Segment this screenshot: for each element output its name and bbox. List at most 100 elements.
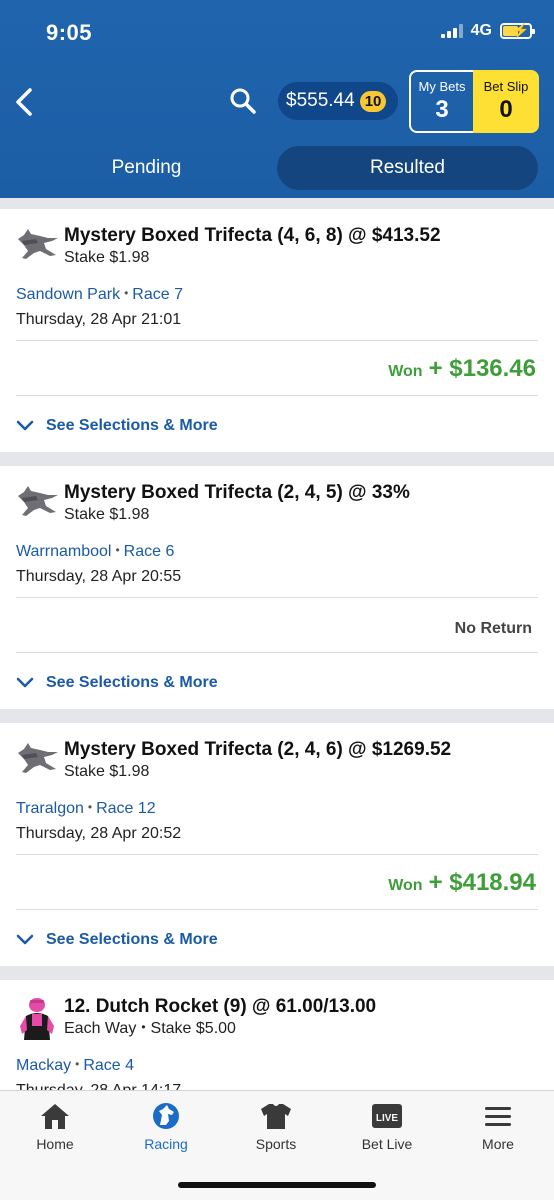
result-row: Won + $136.46 [388, 355, 536, 383]
menu-icon [485, 1107, 511, 1126]
nav-racing[interactable]: Racing [116, 1101, 216, 1152]
svg-text:LIVE: LIVE [376, 1113, 399, 1124]
bet-title: Mystery Boxed Trifecta (2, 4, 5) @ 33% [64, 482, 410, 503]
venue-race[interactable]: Warrnambool • Race 6 [16, 543, 174, 561]
venue-race[interactable]: Traralgon • Race 12 [16, 800, 156, 818]
search-icon[interactable] [228, 86, 258, 116]
separator-dot: • [115, 543, 120, 557]
back-arrow-icon[interactable] [10, 84, 42, 120]
venue-race[interactable]: Sandown Park • Race 7 [16, 286, 183, 304]
bets-tabs: Pending Resulted [16, 146, 538, 190]
race-datetime: Thursday, 28 Apr 21:01 [16, 311, 182, 328]
my-bets-label: My Bets [418, 79, 466, 94]
live-icon: LIVE [372, 1104, 402, 1128]
nav-more[interactable]: More [448, 1101, 548, 1152]
won-amount: + $136.46 [428, 355, 536, 382]
venue-name[interactable]: Mackay [16, 1057, 71, 1074]
greyhound-icon [18, 229, 58, 259]
divider [16, 854, 538, 855]
bet-type: Each Way [64, 1020, 137, 1037]
venue-name[interactable]: Warrnambool [16, 543, 111, 560]
nav-sports[interactable]: Sports [226, 1101, 326, 1152]
won-label: Won [388, 363, 423, 380]
bet-title: Mystery Boxed Trifecta (2, 4, 6) @ $1269… [64, 739, 452, 760]
no-return-label: No Return [454, 620, 532, 637]
chevron-down-icon [16, 420, 34, 431]
home-indicator[interactable] [178, 1182, 376, 1188]
race-number[interactable]: Race 7 [132, 286, 183, 303]
divider [16, 340, 538, 341]
bet-card: Mystery Boxed Trifecta (2, 4, 6) @ $1269… [0, 723, 554, 966]
nav-racing-label: Racing [144, 1136, 188, 1152]
race-number[interactable]: Race 4 [83, 1057, 134, 1074]
see-selections-button[interactable]: See Selections & More [16, 417, 218, 435]
nav-bet-live-label: Bet Live [361, 1136, 413, 1152]
my-bets-count: 3 [435, 96, 449, 123]
won-amount: + $418.94 [428, 869, 536, 896]
race-number[interactable]: Race 12 [96, 800, 156, 817]
race-datetime: Thursday, 28 Apr 20:52 [16, 825, 182, 842]
venue-race[interactable]: Mackay • Race 4 [16, 1057, 134, 1075]
divider [16, 597, 538, 598]
see-selections-button[interactable]: See Selections & More [16, 931, 218, 949]
battery-icon: ⚡ [500, 22, 535, 39]
nav-bet-live[interactable]: LIVE Bet Live [337, 1101, 437, 1152]
won-label: Won [388, 877, 423, 894]
bet-stake: Stake $1.98 [64, 506, 150, 523]
bet-title: 12. Dutch Rocket (9) @ 61.00/13.00 [64, 996, 377, 1017]
tab-resulted[interactable]: Resulted [277, 146, 538, 190]
account-balance-pill[interactable]: $555.44 10 [278, 82, 398, 120]
bet-header: Mystery Boxed Trifecta (4, 6, 8) @ $413.… [16, 225, 441, 267]
divider [16, 395, 538, 396]
chevron-down-icon [16, 934, 34, 945]
venue-name[interactable]: Sandown Park [16, 286, 120, 303]
racing-horse-icon [153, 1103, 179, 1129]
greyhound-icon [18, 486, 58, 516]
race-datetime: Thursday, 28 Apr 20:55 [16, 568, 182, 585]
bet-stake: Stake $1.98 [64, 763, 150, 780]
jockey-silks-icon [20, 998, 54, 1040]
nav-more-label: More [482, 1136, 514, 1152]
sports-jersey-icon [261, 1104, 291, 1129]
separator-dot: • [141, 1020, 146, 1034]
venue-name[interactable]: Traralgon [16, 800, 84, 817]
greyhound-icon [18, 743, 58, 773]
separator-dot: • [75, 1057, 80, 1071]
nav-home[interactable]: Home [5, 1101, 105, 1152]
nav-home-label: Home [36, 1136, 74, 1152]
bet-title: Mystery Boxed Trifecta (4, 6, 8) @ $413.… [64, 225, 441, 246]
nav-sports-label: Sports [255, 1136, 297, 1152]
bet-header: Mystery Boxed Trifecta (2, 4, 6) @ $1269… [16, 739, 451, 781]
bet-header: 12. Dutch Rocket (9) @ 61.00/13.00 Each … [16, 996, 376, 1044]
chevron-down-icon [16, 677, 34, 688]
race-number[interactable]: Race 6 [124, 543, 175, 560]
bet-slip-button[interactable]: Bet Slip 0 [473, 70, 539, 133]
see-selections-label: See Selections & More [46, 674, 218, 691]
divider [16, 909, 538, 910]
bonus-badge: 10 [359, 90, 387, 112]
account-balance: $555.44 [286, 90, 355, 111]
bet-stake: Stake $5.00 [150, 1020, 236, 1037]
bet-slip-count: 0 [499, 96, 513, 123]
home-icon [41, 1104, 69, 1129]
divider [16, 652, 538, 653]
app-header: 9:05 4G ⚡ $555.44 10 My Bets 3 Bet Slip … [0, 0, 554, 198]
bet-stake: Stake $1.98 [64, 249, 150, 266]
bet-card: Mystery Boxed Trifecta (2, 4, 5) @ 33% S… [0, 466, 554, 709]
separator-dot: • [87, 800, 93, 814]
see-selections-button[interactable]: See Selections & More [16, 674, 218, 692]
my-bets-button[interactable]: My Bets 3 [409, 70, 473, 133]
see-selections-label: See Selections & More [46, 417, 218, 434]
status-indicators: 4G ⚡ [440, 22, 535, 40]
bet-type-stake: Each Way • Stake $5.00 [64, 1020, 376, 1038]
bet-header: Mystery Boxed Trifecta (2, 4, 5) @ 33% S… [16, 482, 410, 524]
see-selections-label: See Selections & More [46, 931, 218, 948]
bet-card: Mystery Boxed Trifecta (4, 6, 8) @ $413.… [0, 209, 554, 452]
signal-icon [440, 24, 463, 38]
result-row: Won + $418.94 [388, 869, 536, 897]
network-type: 4G [470, 22, 492, 39]
separator-dot: • [124, 286, 129, 300]
status-time: 9:05 [46, 20, 93, 45]
bet-slip-label: Bet Slip [483, 79, 529, 94]
tab-pending[interactable]: Pending [16, 146, 277, 190]
